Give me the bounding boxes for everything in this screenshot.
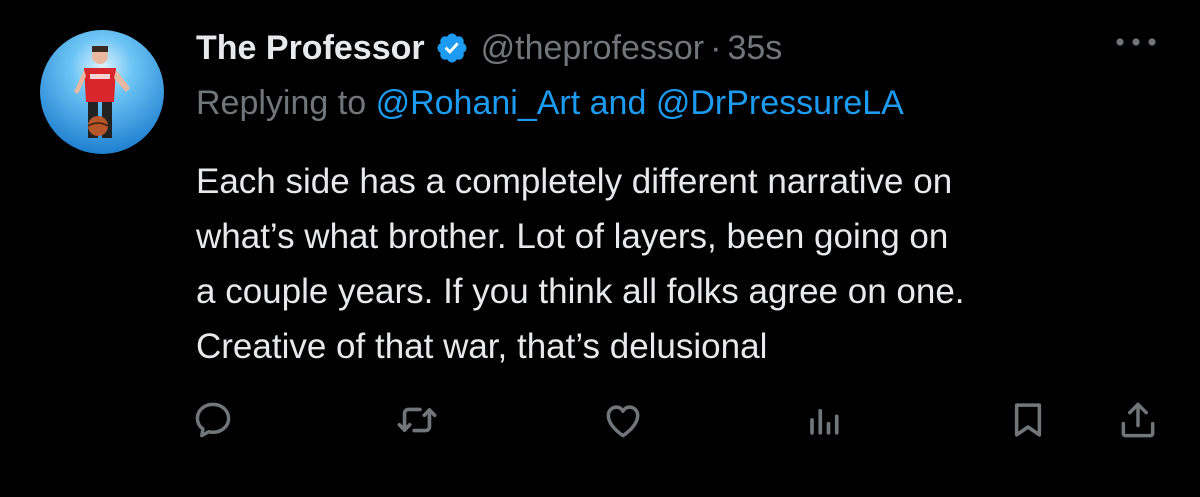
retweet-icon [397,407,437,433]
mention-and[interactable]: and [590,84,647,122]
views-icon [810,409,839,435]
tweet-text-line: what’s what brother. Lot of layers, been… [196,217,949,256]
reply-icon [195,402,231,438]
tweet-text-line: Each side has a completely different nar… [196,162,953,201]
replying-to: Replying to @Rohani_Art and @DrPressureL… [196,84,904,123]
bookmark-icon [1014,403,1042,437]
share-icon [1121,402,1155,438]
retweet-button[interactable] [392,395,442,445]
reply-button[interactable] [188,395,238,445]
user-handle[interactable]: @theprofessor [481,29,705,68]
timestamp[interactable]: 35s [727,29,782,68]
separator-dot: · [710,28,722,67]
tweet[interactable]: The Professor @theprofessor · 35s Replyi… [0,0,1200,497]
heart-icon [606,405,640,438]
tweet-text-line: a couple years. If you think all folks a… [196,272,965,311]
verified-badge-icon[interactable] [435,31,469,65]
action-bar [0,395,1200,455]
mention-drpressurela[interactable]: @DrPressureLA [656,84,904,122]
tweet-header: The Professor @theprofessor · 35s [196,24,782,72]
tweet-text-line: Creative of that war, that’s delusional [196,327,768,366]
share-button[interactable] [1113,395,1163,445]
tweet-text: Each side has a completely different nar… [196,154,1176,374]
bookmark-button[interactable] [1003,395,1053,445]
mention-rohani-art[interactable]: @Rohani_Art [376,84,581,122]
avatar[interactable] [40,30,164,154]
views-button[interactable] [798,395,848,445]
display-name[interactable]: The Professor [196,29,425,68]
more-options-icon[interactable] [1113,32,1159,52]
replying-prefix: Replying to [196,84,367,122]
like-button[interactable] [598,395,648,445]
